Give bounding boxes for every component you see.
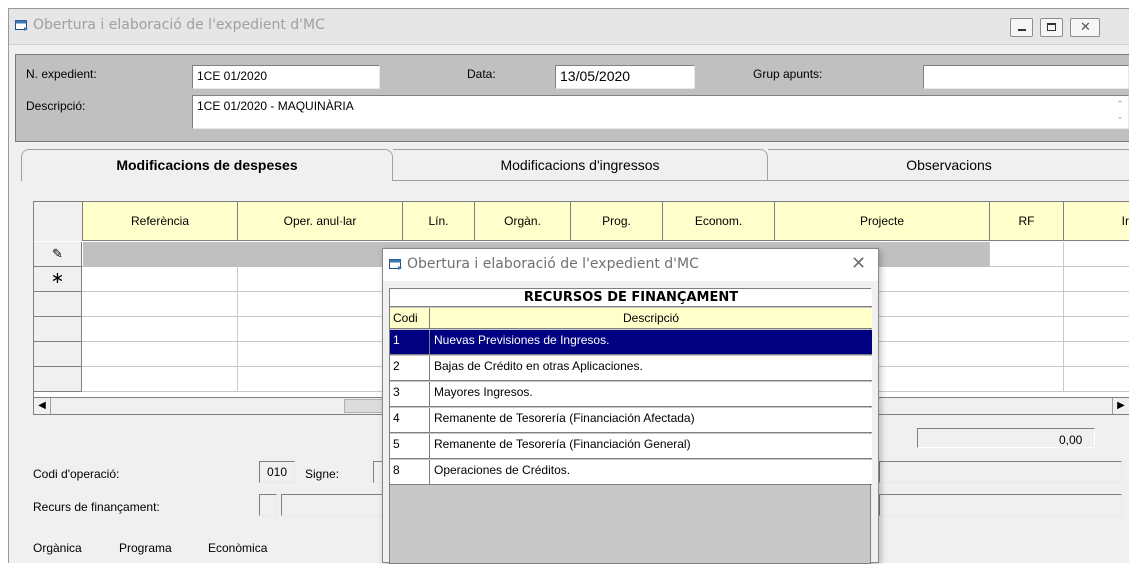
column-header-referencia[interactable]: Referència	[83, 202, 238, 241]
programa-label: Programa	[119, 541, 172, 555]
recurs-financament-label: Recurs de finançament:	[33, 500, 160, 514]
minimize-button[interactable]	[1010, 18, 1033, 37]
item-codi: 8	[390, 460, 430, 485]
economica-label: Econòmica	[208, 541, 268, 555]
column-header-codi: Codi	[390, 308, 430, 328]
row-header	[34, 342, 82, 367]
recurs-financament-desc-field	[281, 494, 383, 516]
item-descripcio: Operaciones de Créditos.	[434, 463, 571, 477]
row-header	[34, 317, 82, 342]
codi-operacio-label: Codi d'operació:	[33, 467, 120, 481]
grid-cell[interactable]	[83, 267, 238, 292]
tab-modificacions-ingressos[interactable]: Modificacions d'ingressos	[393, 149, 768, 181]
tab-modificacions-despeses[interactable]: Modificacions de despeses	[21, 149, 393, 181]
scroll-left-icon[interactable]: ◀	[34, 398, 51, 414]
dialog-close-icon[interactable]: ✕	[851, 253, 866, 274]
tab-strip: Modificacions de despeses Modificacions …	[15, 149, 1129, 181]
codi-operacio-field[interactable]: 010	[259, 461, 295, 483]
row-edit-marker: ✎	[34, 242, 82, 267]
grid-cell[interactable]	[990, 267, 1064, 292]
recursos-heading: RECURSOS DE FINANÇAMENT	[390, 289, 872, 307]
grup-apunts-field[interactable]	[923, 65, 1129, 89]
column-header-import[interactable]: Ir	[1064, 202, 1129, 241]
grid-cell[interactable]	[990, 367, 1064, 392]
recurs-financament-extra-field	[879, 494, 1122, 516]
recursos-financament-dialog: Obertura i elaboració de l'expedient d'M…	[382, 248, 879, 564]
column-header-projecte[interactable]: Projecte	[775, 202, 990, 241]
maximize-icon	[1047, 23, 1056, 31]
column-header-organ[interactable]: Orgàn.	[475, 202, 571, 241]
item-descripcio: Nuevas Previsiones de Ingresos.	[434, 333, 610, 347]
item-descripcio: Remanente de Tesorería (Financiación Gen…	[434, 437, 691, 451]
grup-apunts-label: Grup apunts:	[753, 67, 823, 81]
list-item[interactable]: 2 Bajas de Crédito en otras Aplicaciones…	[390, 356, 872, 381]
signe-description-field	[879, 461, 1122, 483]
minimize-icon	[1018, 29, 1026, 31]
dialog-title-bar: Obertura i elaboració de l'expedient d'M…	[383, 249, 878, 281]
textarea-scroll-arrows[interactable]: ⌃ ⌄	[1114, 98, 1126, 126]
column-header-prog[interactable]: Prog.	[571, 202, 663, 241]
item-descripcio: Bajas de Crédito en otras Aplicaciones.	[434, 359, 643, 373]
grid-cell[interactable]	[990, 242, 1064, 267]
grid-cell[interactable]	[83, 317, 238, 342]
signe-label: Signe:	[305, 467, 340, 481]
grid-cell[interactable]	[83, 292, 238, 317]
grid-cell[interactable]	[990, 292, 1064, 317]
grid-cell[interactable]	[990, 342, 1064, 367]
tab-observacions[interactable]: Observacions	[768, 149, 1129, 181]
recursos-header-row: Codi Descripció	[390, 308, 872, 329]
scroll-right-icon[interactable]: ▶	[1112, 398, 1129, 414]
expedient-label: N. expedient:	[26, 67, 97, 81]
row-new-marker: ∗	[34, 267, 82, 292]
list-item[interactable]: 3 Mayores Ingresos.	[390, 382, 872, 407]
total-value: 0,00	[1059, 433, 1083, 447]
grid-corner	[34, 202, 83, 241]
close-button[interactable]: ✕	[1070, 18, 1100, 37]
expedient-field[interactable]: 1CE 01/2020	[192, 65, 380, 89]
item-codi: 4	[390, 408, 430, 433]
column-header-descripcio: Descripció	[622, 311, 679, 325]
column-header-rf[interactable]: RF	[990, 202, 1064, 241]
recursos-list: RECURSOS DE FINANÇAMENT Codi Descripció …	[389, 288, 872, 564]
title-bar: Obertura i elaboració de l'expedient d'M…	[9, 9, 1129, 45]
close-icon: ✕	[1080, 19, 1091, 34]
column-header-oper-anular[interactable]: Oper. anul·lar	[238, 202, 403, 241]
item-codi: 2	[390, 356, 430, 381]
row-header	[34, 292, 82, 317]
item-codi: 1	[390, 330, 430, 355]
column-header-econom[interactable]: Econom.	[663, 202, 775, 241]
expedient-header-panel: N. expedient: 1CE 01/2020 Data: 13/05/20…	[15, 54, 1129, 142]
list-item[interactable]: 8 Operaciones de Créditos.	[390, 460, 872, 485]
recurs-financament-code-field[interactable]	[259, 494, 277, 516]
date-field[interactable]: 13/05/2020	[555, 65, 695, 89]
grid-cell[interactable]	[83, 342, 238, 367]
grid-cell[interactable]	[83, 367, 238, 392]
descripcio-text: 1CE 01/2020 - MAQUINÀRIA	[197, 99, 354, 113]
grid-header-row: Referència Oper. anul·lar Lín. Orgàn. Pr…	[34, 202, 1129, 241]
list-item[interactable]: 1 Nuevas Previsiones de Ingresos.	[390, 330, 872, 355]
organica-label: Orgànica	[33, 541, 82, 555]
descripcio-label: Descripció:	[26, 99, 86, 113]
app-icon	[389, 259, 402, 270]
item-descripcio: Remanente de Tesorería (Financiación Afe…	[434, 411, 695, 425]
maximize-button[interactable]	[1040, 18, 1063, 37]
list-item[interactable]: 4 Remanente de Tesorería (Financiación A…	[390, 408, 872, 433]
descripcio-field[interactable]: 1CE 01/2020 - MAQUINÀRIA ⌃ ⌄	[192, 95, 1129, 129]
grid-cell[interactable]	[990, 317, 1064, 342]
item-codi: 5	[390, 434, 430, 459]
list-item[interactable]: 5 Remanente de Tesorería (Financiación G…	[390, 434, 872, 459]
dialog-title: Obertura i elaboració de l'expedient d'M…	[407, 256, 699, 272]
window-title: Obertura i elaboració de l'expedient d'M…	[33, 17, 325, 33]
data-label: Data:	[467, 67, 496, 81]
item-codi: 3	[390, 382, 430, 407]
item-descripcio: Mayores Ingresos.	[434, 385, 533, 399]
row-header	[34, 367, 82, 392]
column-header-lin[interactable]: Lín.	[403, 202, 475, 241]
app-icon	[15, 20, 28, 31]
